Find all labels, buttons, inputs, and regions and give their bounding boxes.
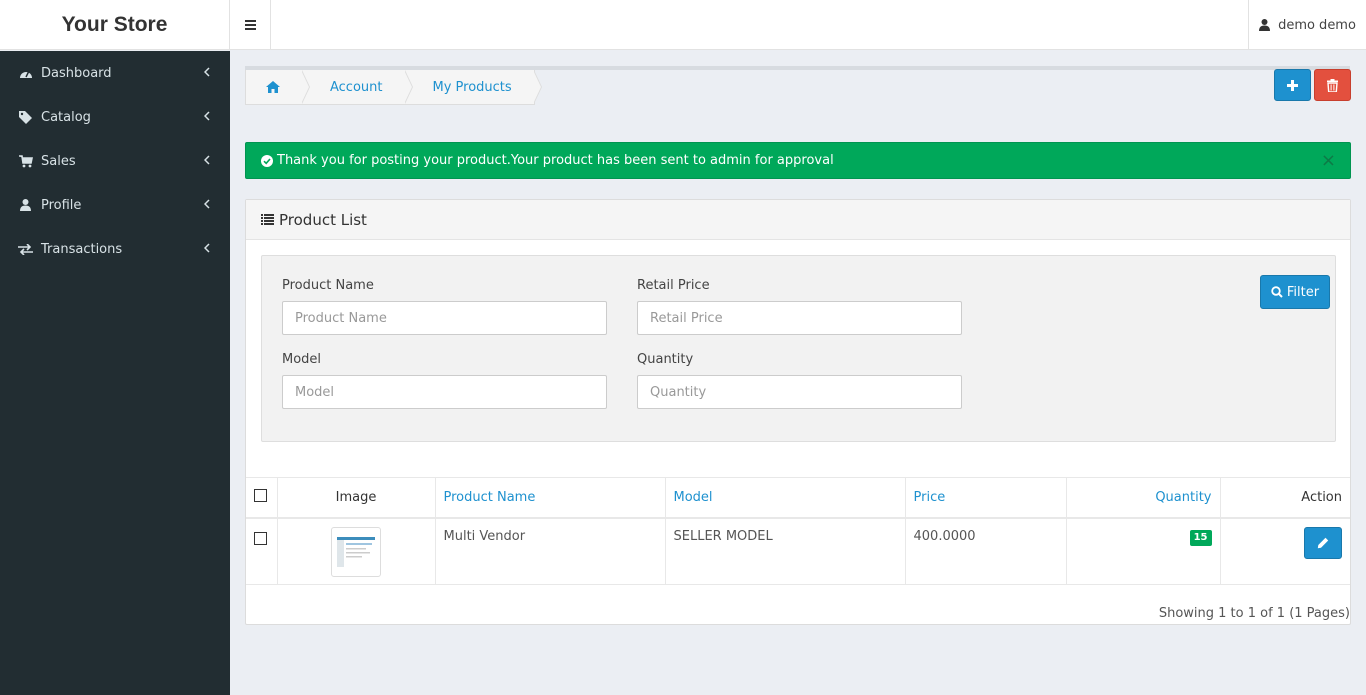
- row-action-cell: [1220, 517, 1350, 585]
- breadcrumb-my-products[interactable]: My Products: [405, 70, 542, 104]
- sidebar-item-profile[interactable]: Profile: [0, 183, 230, 227]
- add-product-button[interactable]: [1274, 69, 1311, 101]
- row-model: SELLER MODEL: [665, 517, 906, 585]
- chevron-left-icon: [204, 111, 210, 121]
- product-thumbnail[interactable]: [331, 526, 381, 577]
- top-header: Your Store demo demo: [0, 0, 1366, 50]
- sidebar-item-sales[interactable]: Sales: [0, 139, 230, 183]
- filter-box: Product Name Retail Price Model Quantity…: [261, 255, 1336, 442]
- row-quantity-cell: 15: [1066, 517, 1221, 585]
- select-all-cell: [246, 477, 278, 519]
- filter-button[interactable]: Filter: [1260, 275, 1330, 309]
- edit-button[interactable]: [1304, 526, 1342, 559]
- row-select-cell: [246, 517, 278, 585]
- user-name: demo demo: [1278, 17, 1356, 33]
- search-icon: [1271, 286, 1283, 298]
- product-image: [337, 536, 375, 567]
- product-list-panel: Product List Product Name Retail Price M…: [245, 199, 1351, 625]
- row-checkbox[interactable]: [254, 531, 267, 545]
- dashboard-icon: [18, 66, 33, 81]
- check-circle-icon: [261, 154, 273, 167]
- alert-close-button[interactable]: ×: [1321, 152, 1336, 170]
- header-image: Image: [277, 477, 436, 519]
- sidebar: Dashboard Catalog Sales Profile Transact…: [0, 51, 230, 695]
- pagination-results: Showing 1 to 1 of 1 (1 Pages): [1158, 606, 1350, 621]
- product-name-label: Product Name: [282, 278, 374, 293]
- home-icon: [266, 81, 280, 93]
- table-header-row: Image Product Name Model Price Quantity …: [246, 477, 1350, 519]
- panel-heading: Product List: [246, 200, 1350, 240]
- sidebar-item-catalog[interactable]: Catalog: [0, 95, 230, 139]
- success-alert: Thank you for posting your product.Your …: [245, 142, 1351, 179]
- chevron-left-icon: [204, 243, 210, 253]
- chevron-left-icon: [204, 67, 210, 77]
- quantity-input[interactable]: [637, 375, 962, 409]
- header-action: Action: [1220, 477, 1350, 519]
- model-label: Model: [282, 352, 322, 367]
- sidebar-item-label: Sales: [41, 153, 76, 169]
- select-all-checkbox[interactable]: [254, 488, 267, 502]
- chevron-left-icon: [204, 155, 210, 165]
- quantity-badge: 15: [1189, 529, 1212, 546]
- delete-button[interactable]: [1314, 69, 1351, 101]
- sidebar-item-label: Profile: [41, 197, 82, 213]
- product-table: Image Product Name Model Price Quantity …: [246, 477, 1350, 585]
- exchange-icon: [18, 242, 33, 257]
- retail-price-label: Retail Price: [637, 278, 710, 293]
- plus-icon: [1287, 79, 1298, 91]
- cart-icon: [18, 154, 33, 169]
- hamburger-icon: [244, 20, 256, 30]
- sort-product-name[interactable]: Product Name: [444, 490, 536, 505]
- sort-price[interactable]: Price: [914, 490, 946, 505]
- tag-icon: [18, 110, 33, 125]
- breadcrumb: Account My Products: [245, 70, 542, 105]
- breadcrumb-home[interactable]: [246, 70, 310, 104]
- user-icon: [18, 198, 33, 213]
- product-name-input[interactable]: [282, 301, 607, 335]
- sort-quantity[interactable]: Quantity: [1155, 490, 1211, 505]
- retail-price-input[interactable]: [637, 301, 962, 335]
- sidebar-item-transactions[interactable]: Transactions: [0, 227, 230, 271]
- sidebar-item-dashboard[interactable]: Dashboard: [0, 51, 230, 95]
- breadcrumb-account[interactable]: Account: [302, 70, 412, 104]
- user-menu[interactable]: demo demo: [1248, 0, 1366, 50]
- menu-toggle-button[interactable]: [230, 0, 271, 50]
- filter-button-label: Filter: [1286, 284, 1320, 300]
- sidebar-item-label: Catalog: [41, 109, 91, 125]
- row-image-cell: [277, 517, 436, 585]
- row-price: 400.0000: [905, 517, 1067, 585]
- sidebar-item-label: Transactions: [41, 241, 123, 257]
- list-icon: [261, 214, 274, 225]
- table-row: Multi Vendor SELLER MODEL 400.0000 15: [246, 517, 1350, 585]
- panel-title: Product List: [279, 210, 367, 229]
- user-icon: [1259, 19, 1271, 31]
- sidebar-item-label: Dashboard: [41, 65, 112, 81]
- trash-icon: [1327, 78, 1338, 92]
- pencil-icon: [1317, 537, 1329, 548]
- quantity-label: Quantity: [637, 352, 694, 367]
- model-input[interactable]: [282, 375, 607, 409]
- brand-logo[interactable]: Your Store: [0, 0, 230, 50]
- sort-model[interactable]: Model: [674, 490, 713, 505]
- chevron-left-icon: [204, 199, 210, 209]
- row-product-name: Multi Vendor: [435, 517, 666, 585]
- alert-message: Thank you for posting your product.Your …: [277, 153, 834, 168]
